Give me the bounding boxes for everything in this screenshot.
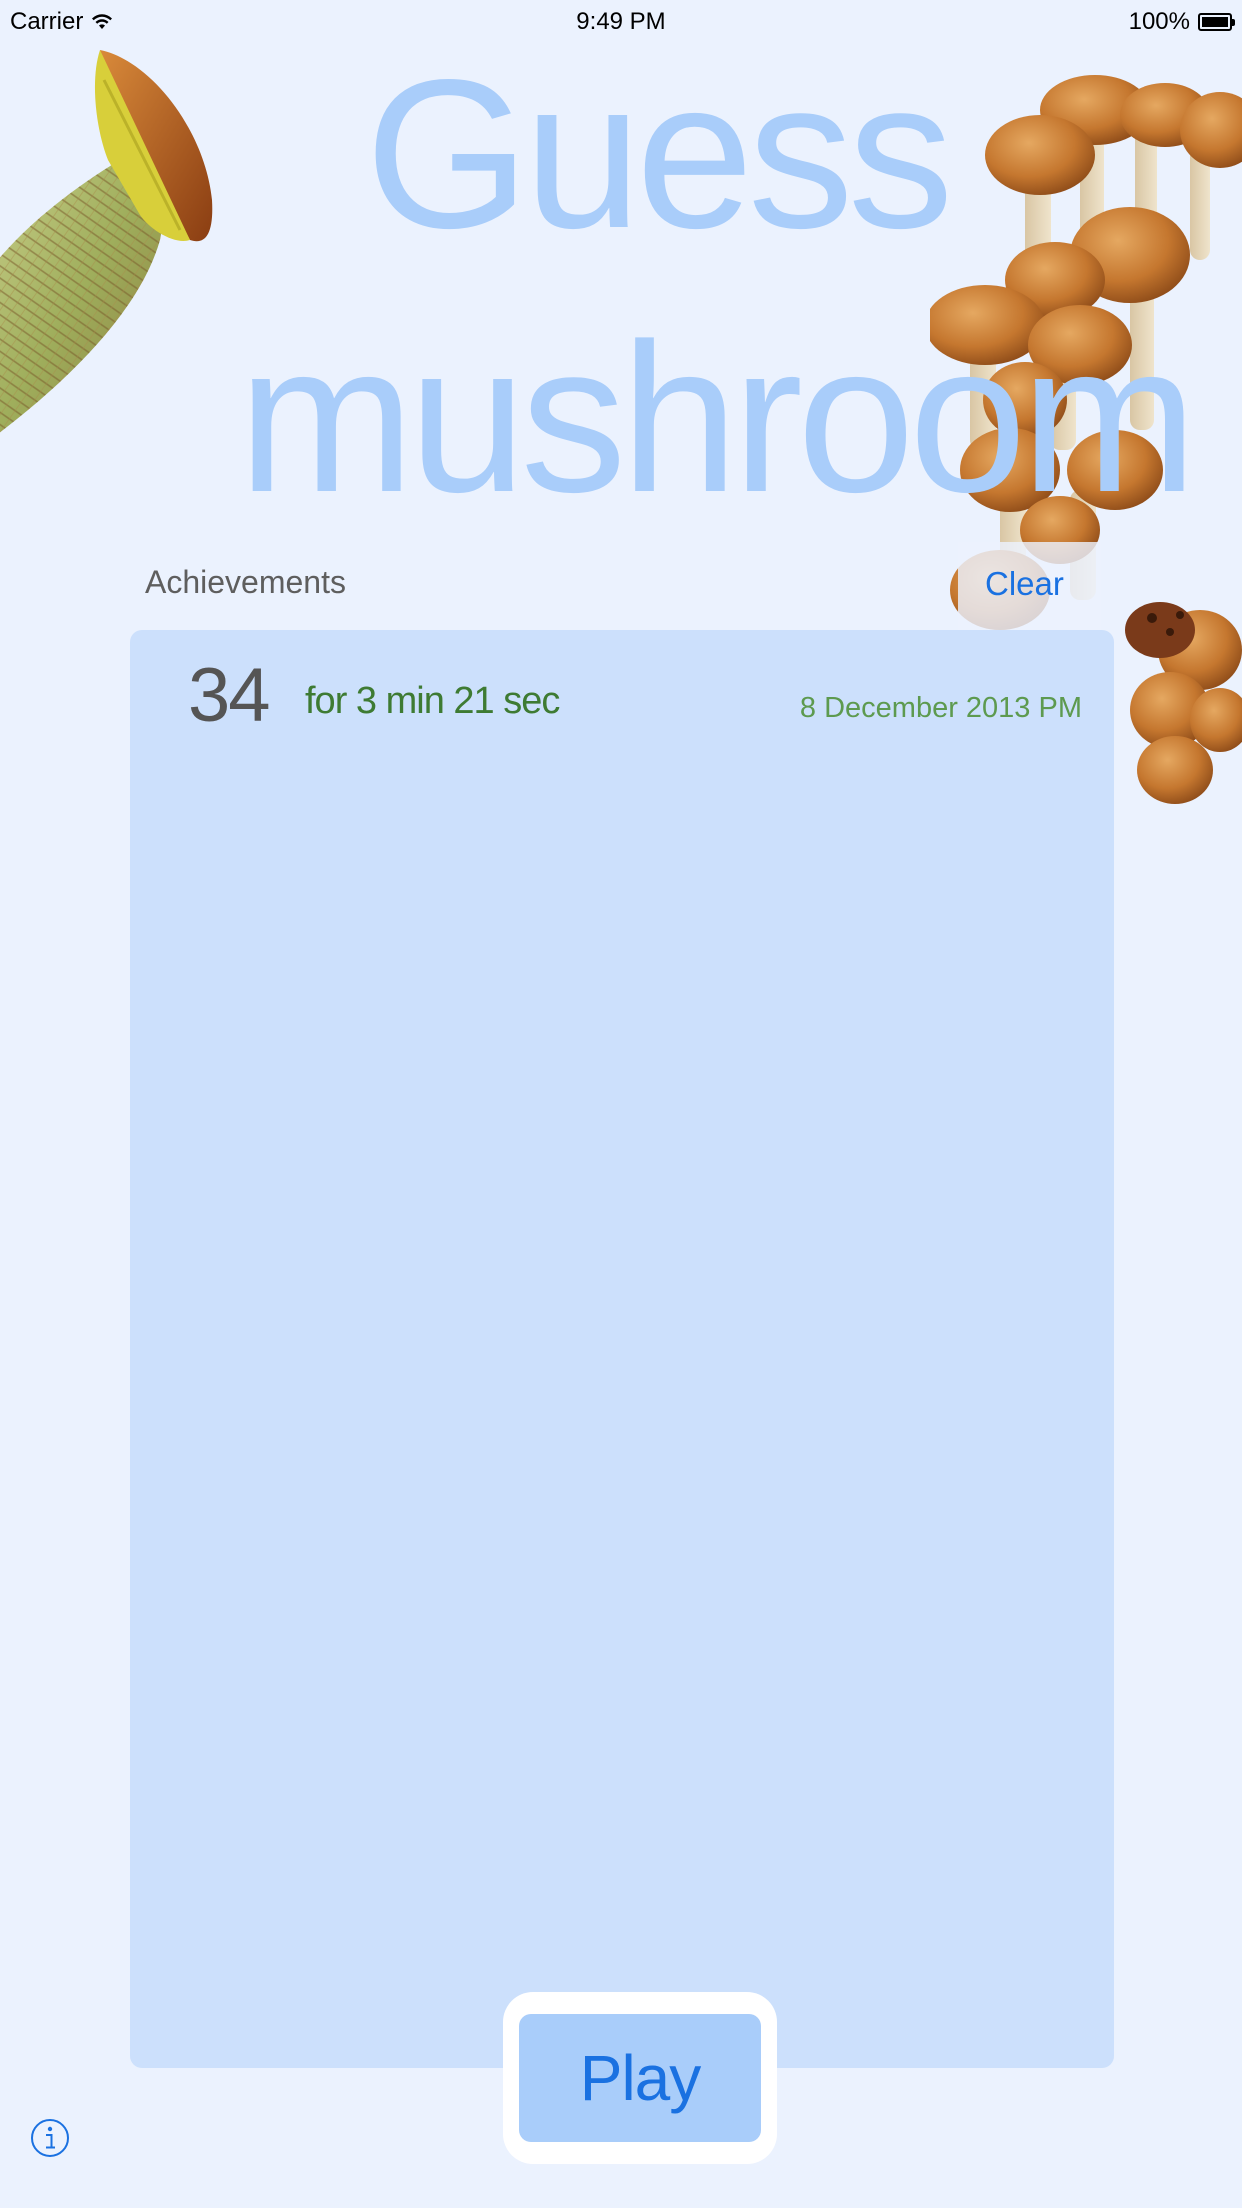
battery-percent: 100% xyxy=(1128,8,1190,35)
achievement-date: 8 December 2013 PM xyxy=(799,692,1082,724)
achievements-list[interactable]: 34 for 3 min 21 sec 8 December 2013 PM xyxy=(130,630,1114,2068)
play-button[interactable]: Play xyxy=(519,2014,761,2142)
mushroom-image-left xyxy=(0,50,213,433)
play-button-frame: Play xyxy=(503,1992,777,2164)
app-title-line2: mushroom xyxy=(238,299,1197,536)
info-icon[interactable] xyxy=(30,2118,70,2158)
status-time: 9:49 PM xyxy=(576,8,666,35)
status-battery: 100% xyxy=(1128,8,1235,36)
achievement-score: 34 xyxy=(188,653,271,738)
battery-icon xyxy=(1198,13,1235,31)
achievement-duration: for 3 min 21 sec xyxy=(305,680,560,722)
clear-button[interactable]: Clear xyxy=(985,565,1064,603)
app-title-line1: Guess xyxy=(365,35,954,272)
achievements-label: Achievements xyxy=(145,564,346,600)
